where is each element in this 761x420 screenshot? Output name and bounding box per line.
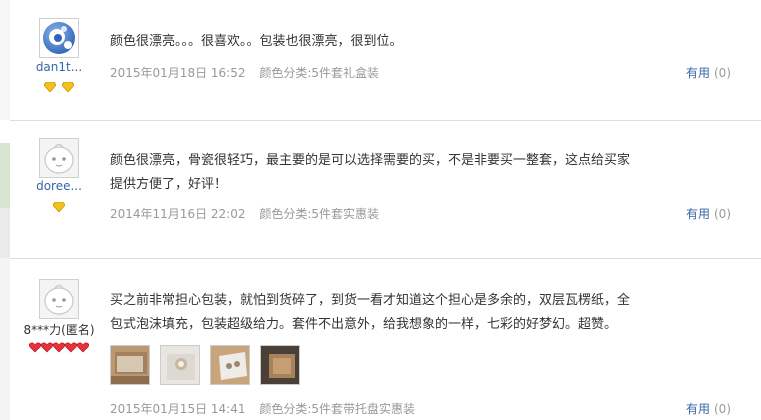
review-date: 2014年11月16日 22:02 [110,207,246,221]
yellow-diamond-icon [44,82,57,92]
red-heart-icon [41,342,53,353]
left-edge-strip [0,0,10,120]
yellow-diamond-icon [53,202,65,212]
review-meta: 2015年01月18日 16:52 颜色分类:5件套礼盒装 [110,64,389,81]
user-avatar-icon [43,22,75,54]
useful-label: 有用 [685,207,710,221]
username-link[interactable]: dan1t... [14,60,104,74]
red-heart-icon [65,342,77,353]
yellow-diamond-icon [61,82,74,92]
review-text: 颜色很漂亮。。。很喜欢。。包装也很漂亮，很到位。 [110,34,403,49]
default-avatar-icon [40,280,78,318]
review-photo-thumbnail[interactable] [210,345,250,385]
review-meta: 2014年11月16日 22:02 颜色分类:5件套实惠装 [110,205,389,222]
useful-button[interactable]: 有用 (0) [686,64,731,81]
avatar [39,279,79,319]
reputation-badges [10,202,108,214]
review-photo-thumbnail[interactable] [110,345,150,385]
left-edge-strip [0,208,10,258]
review-item: 8***力(匿名) 买之前非常担心包装，就怕到货碎了，到货一看才知道这个担心是多… [10,259,761,420]
useful-label: 有用 [685,66,710,80]
username-link[interactable]: doree... [14,179,104,193]
review-date: 2015年01月18日 16:52 [110,66,246,80]
left-edge-strip [0,258,10,420]
useful-button[interactable]: 有用 (0) [686,205,731,222]
default-avatar-icon [40,139,78,177]
avatar[interactable] [39,18,79,58]
useful-count: (0) [714,207,731,221]
username-anonymous: 8***力(匿名) [23,323,95,337]
reputation-badges [10,82,108,94]
review-text: 颜色很漂亮，骨瓷很轻巧，最主要的是可以选择需要的买，不是非要买一整套，这点给买家… [110,153,631,192]
review-meta: 2015年01月15日 14:41 颜色分类:5件套带托盘实惠装 [110,400,425,417]
review-item: dan1t... 颜色很漂亮。。。很喜欢。。包装也很漂亮，很到位。 2015年0… [10,0,761,120]
review-text: 买之前非常担心包装，就怕到货碎了，到货一看才知道这个担心是多余的，双层瓦楞纸，全… [110,293,631,332]
review-item: doree... 颜色很漂亮，骨瓷很轻巧，最主要的是可以选择需要的买，不是非要买… [10,121,761,258]
red-heart-icon [53,342,65,353]
avatar[interactable] [39,138,79,178]
review-variant: 颜色分类:5件套礼盒装 [259,66,379,80]
useful-label: 有用 [685,402,710,416]
review-variant: 颜色分类:5件套带托盘实惠装 [259,402,415,416]
useful-count: (0) [714,402,731,416]
useful-button[interactable]: 有用 (0) [686,400,731,417]
red-heart-icon [77,342,89,353]
useful-count: (0) [714,66,731,80]
review-date: 2015年01月15日 14:41 [110,402,246,416]
red-heart-icon [29,342,41,353]
review-variant: 颜色分类:5件套实惠装 [259,207,379,221]
review-photo-thumbnail[interactable] [160,345,200,385]
review-photo-thumbnail[interactable] [260,345,300,385]
left-edge-strip [0,143,10,208]
reputation-badges [10,342,108,354]
